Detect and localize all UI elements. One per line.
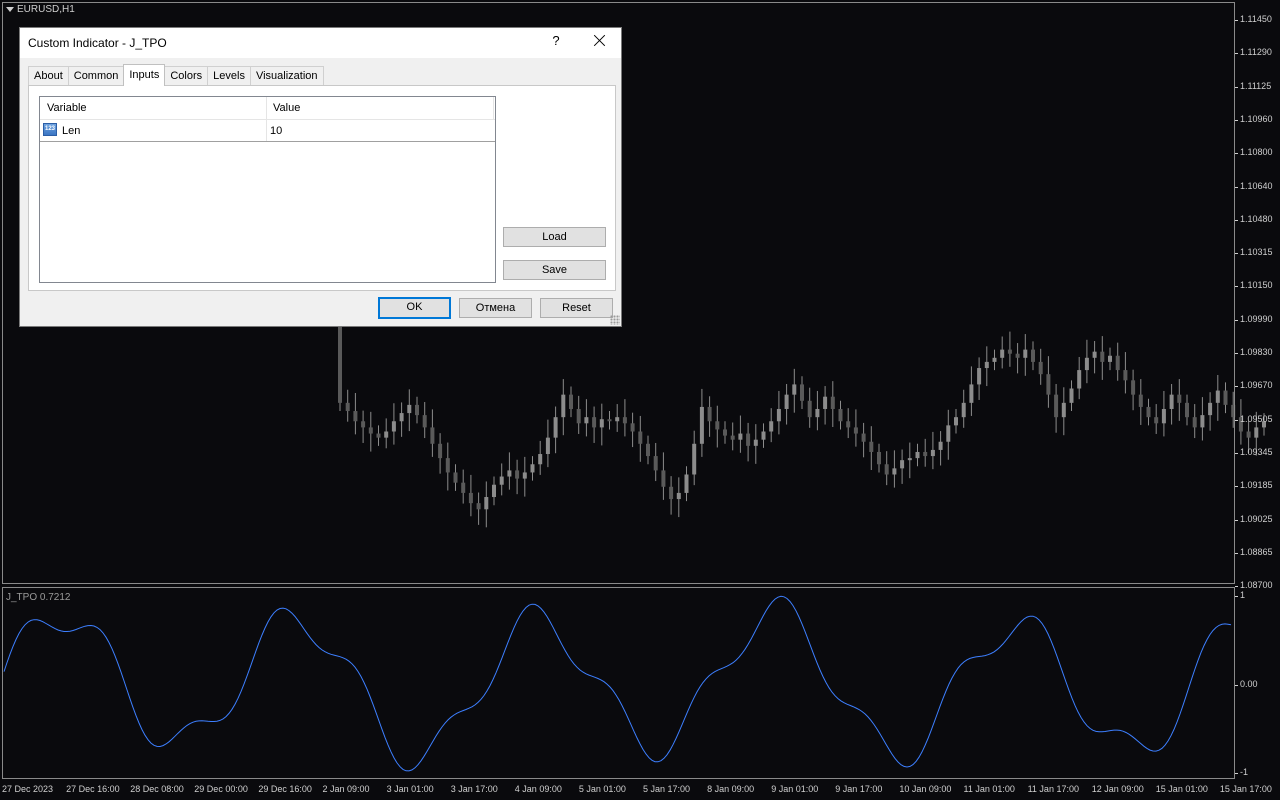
reset-button[interactable]: Reset (540, 298, 613, 318)
time-tick-label: 29 Dec 00:00 (194, 784, 248, 794)
price-tick-label: 1.10315 (1235, 247, 1273, 258)
tab-levels[interactable]: Levels (207, 66, 251, 85)
param-value[interactable]: 10 (270, 125, 282, 137)
integer-type-icon: 123 (43, 123, 57, 136)
price-tick-label: 1.10480 (1235, 213, 1273, 224)
indicator-label: J_TPO 0.7212 (6, 592, 71, 603)
tab-common[interactable]: Common (67, 66, 125, 85)
tab-inputs[interactable]: Inputs (123, 64, 166, 86)
load-button[interactable]: Load (503, 227, 606, 247)
time-tick-label: 5 Jan 01:00 (578, 784, 626, 794)
time-tick-label: 11 Jan 01:00 (963, 784, 1015, 794)
help-button[interactable]: ? (550, 33, 562, 48)
price-tick-label: 1.09025 (1235, 513, 1273, 524)
ok-button[interactable]: OK (378, 297, 451, 319)
grid-header: Variable Value (40, 97, 495, 120)
column-divider (266, 120, 267, 141)
column-divider[interactable] (266, 97, 267, 119)
dialog-title: Custom Indicator - J_TPO (28, 36, 167, 50)
symbol-label[interactable]: EURUSD,H1 (6, 4, 75, 15)
time-tick-label: 3 Jan 01:00 (386, 784, 434, 794)
price-tick-label: 1.11125 (1234, 80, 1272, 91)
time-tick-label: 4 Jan 09:00 (514, 784, 562, 794)
time-tick-label: 27 Dec 16:00 (66, 784, 120, 794)
indicator-tick-label: 0.00 (1235, 679, 1258, 689)
column-divider[interactable] (493, 97, 494, 119)
close-icon[interactable] (590, 31, 610, 51)
time-tick-label: 9 Jan 17:00 (835, 784, 883, 794)
tab-about[interactable]: About (28, 66, 69, 85)
time-tick-label: 29 Dec 16:00 (258, 784, 312, 794)
inputs-grid[interactable]: Variable Value 123 Len 10 (39, 96, 496, 283)
time-tick-label: 27 Dec 2023 (2, 784, 54, 794)
time-tick-label: 5 Jan 17:00 (643, 784, 691, 794)
indicator-tick-label: 1 (1234, 590, 1246, 600)
price-tick-label: 1.11450 (1235, 14, 1272, 24)
price-tick-label: 1.10960 (1235, 113, 1273, 124)
resize-grip-icon[interactable] (610, 315, 620, 325)
indicator-subwindow[interactable] (2, 587, 1235, 779)
time-tick-label: 12 Jan 09:00 (1091, 784, 1144, 794)
cancel-button[interactable]: Отмена (459, 298, 532, 318)
indicator-tick-label: -1 (1234, 767, 1249, 777)
time-tick-label: 9 Jan 01:00 (771, 784, 819, 794)
symbol-text: EURUSD,H1 (17, 4, 75, 15)
save-button[interactable]: Save (503, 260, 606, 280)
dropdown-triangle-icon[interactable] (6, 7, 14, 12)
tab-colors[interactable]: Colors (164, 66, 209, 85)
column-header-value[interactable]: Value (273, 102, 300, 114)
time-tick-label: 8 Jan 09:00 (707, 784, 755, 794)
price-axis[interactable]: 1.11450 1.11290 1.11125 1.10960 1.10800 1.106… (1234, 0, 1280, 800)
tab-strip: About Common Inputs Colors Levels Visual… (28, 64, 324, 86)
time-tick-label: 10 Jan 09:00 (899, 784, 952, 794)
table-row[interactable]: 123 Len 10 (40, 120, 495, 142)
price-tick-label: 1.09505 (1235, 413, 1273, 424)
price-tick-label: 1.09185 (1235, 480, 1273, 491)
time-axis[interactable]: 27 Dec 2023 27 Dec 16:00 28 Dec 08:00 29 De… (0, 780, 1272, 800)
inputs-panel: Variable Value 123 Len 10 Load Save (28, 85, 616, 291)
price-tick-label: 1.10640 (1235, 180, 1273, 191)
time-tick-label: 15 Jan 01:00 (1155, 784, 1208, 794)
time-tick-label: 2 Jan 09:00 (322, 784, 370, 794)
time-tick-label: 11 Jan 17:00 (1027, 784, 1079, 794)
time-tick-label: 15 Jan 17:00 (1219, 784, 1272, 794)
price-tick-label: 1.09990 (1235, 313, 1273, 324)
param-name: Len (62, 125, 81, 137)
price-tick-label: 1.08700 (1235, 580, 1273, 591)
price-tick-label: 1.10800 (1235, 147, 1273, 158)
price-tick-label: 1.09345 (1235, 446, 1273, 457)
price-tick-label: 1.09830 (1235, 347, 1273, 357)
custom-indicator-dialog: Custom Indicator - J_TPO ? About Common … (19, 27, 622, 327)
dialog-titlebar[interactable]: Custom Indicator - J_TPO ? (20, 28, 621, 58)
tab-visualization[interactable]: Visualization (249, 66, 324, 85)
price-tick-label: 1.10150 (1235, 280, 1273, 291)
price-tick-label: 1.11290 (1235, 47, 1272, 58)
time-tick-label: 3 Jan 17:00 (450, 784, 498, 794)
price-tick-label: 1.09670 (1235, 380, 1273, 391)
time-tick-label: 28 Dec 08:00 (130, 784, 184, 794)
price-tick-label: 1.08865 (1235, 546, 1273, 557)
column-header-variable[interactable]: Variable (47, 102, 87, 114)
